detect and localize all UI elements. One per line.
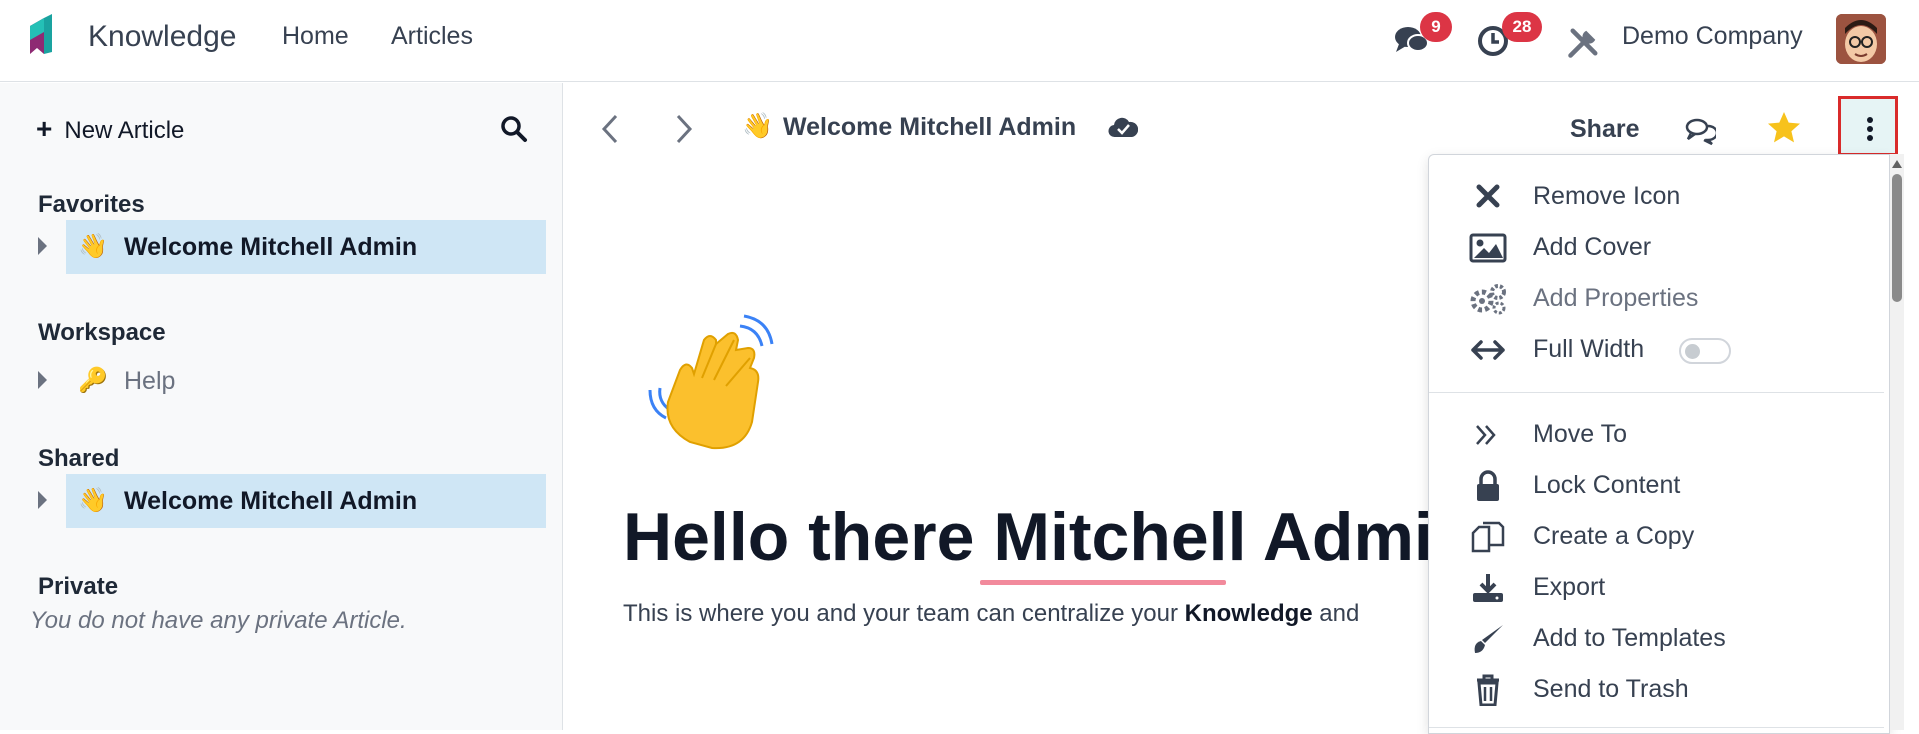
plus-icon: + [36,113,53,144]
key-emoji-icon: 🔑 [78,367,108,394]
gears-icon [1470,284,1506,315]
more-options-dropdown: Remove Icon Add Cover Add Properties Ful… [1428,154,1890,734]
kebab-icon [1867,117,1873,123]
double-chevron-right-icon [1476,425,1496,445]
breadcrumb-emoji-icon: 👋 [742,112,774,140]
paragraph-prefix: This is where you and your team can cent… [623,600,1185,627]
menu-label: Remove Icon [1533,182,1681,210]
menu-full-width[interactable]: Full Width [1429,326,1884,372]
menu-add-to-templates[interactable]: Add to Templates [1429,615,1884,661]
cloud-saved-icon [1108,117,1138,138]
new-article-label: New Article [64,117,185,144]
menu-label: Add Properties [1533,284,1699,312]
copy-icon [1471,521,1505,553]
article-label: Welcome Mitchell Admin [124,487,418,515]
company-switcher[interactable]: Demo Company [1622,22,1803,51]
article-label: Help [124,367,176,395]
dropdown-scrollbar[interactable] [1890,154,1904,730]
messages-button[interactable]: 9 [1394,12,1452,58]
arrows-horizontal-icon [1471,340,1505,360]
private-empty-text: You do not have any private Article. [30,607,407,634]
tools-icon[interactable] [1566,24,1602,60]
menu-label: Move To [1533,420,1628,448]
scroll-up-arrow-icon[interactable] [1892,160,1902,168]
menu-divider [1429,392,1884,393]
expand-caret-icon[interactable] [38,237,47,255]
menu-label: Send to Trash [1533,675,1689,703]
image-icon [1469,233,1507,263]
share-button[interactable]: Share [1570,115,1639,144]
breadcrumb-title[interactable]: Welcome Mitchell Admin [783,113,1076,142]
activities-button[interactable]: 28 [1476,12,1542,58]
avatar-image [1836,14,1886,64]
kebab-icon [1867,135,1873,141]
forward-arrow-icon[interactable] [668,112,698,146]
menu-home[interactable]: Home [282,22,349,51]
article-paragraph[interactable]: This is where you and your team can cent… [623,600,1428,628]
new-article-button[interactable]: + New Article [36,113,184,145]
menu-move-to[interactable]: Move To [1429,411,1884,457]
menu-label: Create a Copy [1533,522,1695,550]
activities-badge: 28 [1502,12,1542,42]
menu-label: Full Width [1533,335,1645,363]
paragraph-suffix: and [1312,600,1360,627]
menu-label: Export [1533,573,1606,601]
menu-add-properties[interactable]: Add Properties [1429,275,1884,321]
menu-label: Add to Templates [1533,624,1726,652]
back-arrow-icon[interactable] [596,112,626,146]
top-navbar: Knowledge Home Articles 9 28 Demo Compan… [0,0,1919,82]
menu-lock-content[interactable]: Lock Content [1429,462,1884,508]
menu-label: Add Cover [1533,233,1652,261]
menu-add-cover[interactable]: Add Cover [1429,224,1884,270]
article-emoji-icon: 👋 [78,233,108,260]
favorites-section-title: Favorites [38,191,145,218]
search-icon[interactable] [500,115,528,143]
knowledge-logo-icon[interactable] [30,14,66,64]
user-avatar[interactable] [1836,14,1886,64]
expand-caret-icon[interactable] [38,491,47,509]
menu-send-to-trash[interactable]: Send to Trash [1429,666,1884,712]
close-icon [1476,184,1500,208]
paragraph-bold: Knowledge [1184,600,1313,627]
trash-icon [1477,674,1499,706]
comments-icon[interactable] [1684,114,1716,146]
article-emoji-icon: 👋 [78,487,108,514]
menu-remove-icon[interactable]: Remove Icon [1429,173,1884,219]
kebab-icon [1867,126,1873,132]
shared-item-welcome[interactable]: 👋 Welcome Mitchell Admin [38,474,546,528]
favorite-star-icon[interactable] [1766,110,1802,146]
article-label: Welcome Mitchell Admin [124,233,418,261]
toggle-knob [1685,344,1700,359]
download-icon [1473,574,1503,602]
scrollbar-thumb[interactable] [1892,174,1902,302]
spellcheck-underline [980,580,1226,585]
menu-articles[interactable]: Articles [391,22,473,51]
menu-export[interactable]: Export [1429,564,1884,610]
waving-hand-icon[interactable] [640,310,790,460]
menu-label: Lock Content [1533,471,1681,499]
paintbrush-icon [1474,625,1503,653]
more-options-button[interactable] [1838,96,1898,156]
favorites-item-welcome[interactable]: 👋 Welcome Mitchell Admin [38,220,546,274]
expand-caret-icon[interactable] [38,371,47,389]
lock-icon [1477,470,1499,501]
private-section-title: Private [38,573,119,600]
article-sidebar: + New Article Favorites 👋 Welcome Mitchel… [0,83,563,730]
menu-divider [1429,727,1884,728]
workspace-item-help[interactable]: 🔑 Help [38,354,546,408]
article-heading[interactable]: Hello there Mitchell Admin [623,498,1428,576]
messages-badge: 9 [1420,12,1452,42]
workspace-section-title: Workspace [38,319,166,346]
full-width-toggle[interactable] [1679,338,1731,364]
shared-section-title: Shared [38,445,120,472]
menu-create-copy[interactable]: Create a Copy [1429,513,1884,559]
app-name[interactable]: Knowledge [88,20,236,54]
